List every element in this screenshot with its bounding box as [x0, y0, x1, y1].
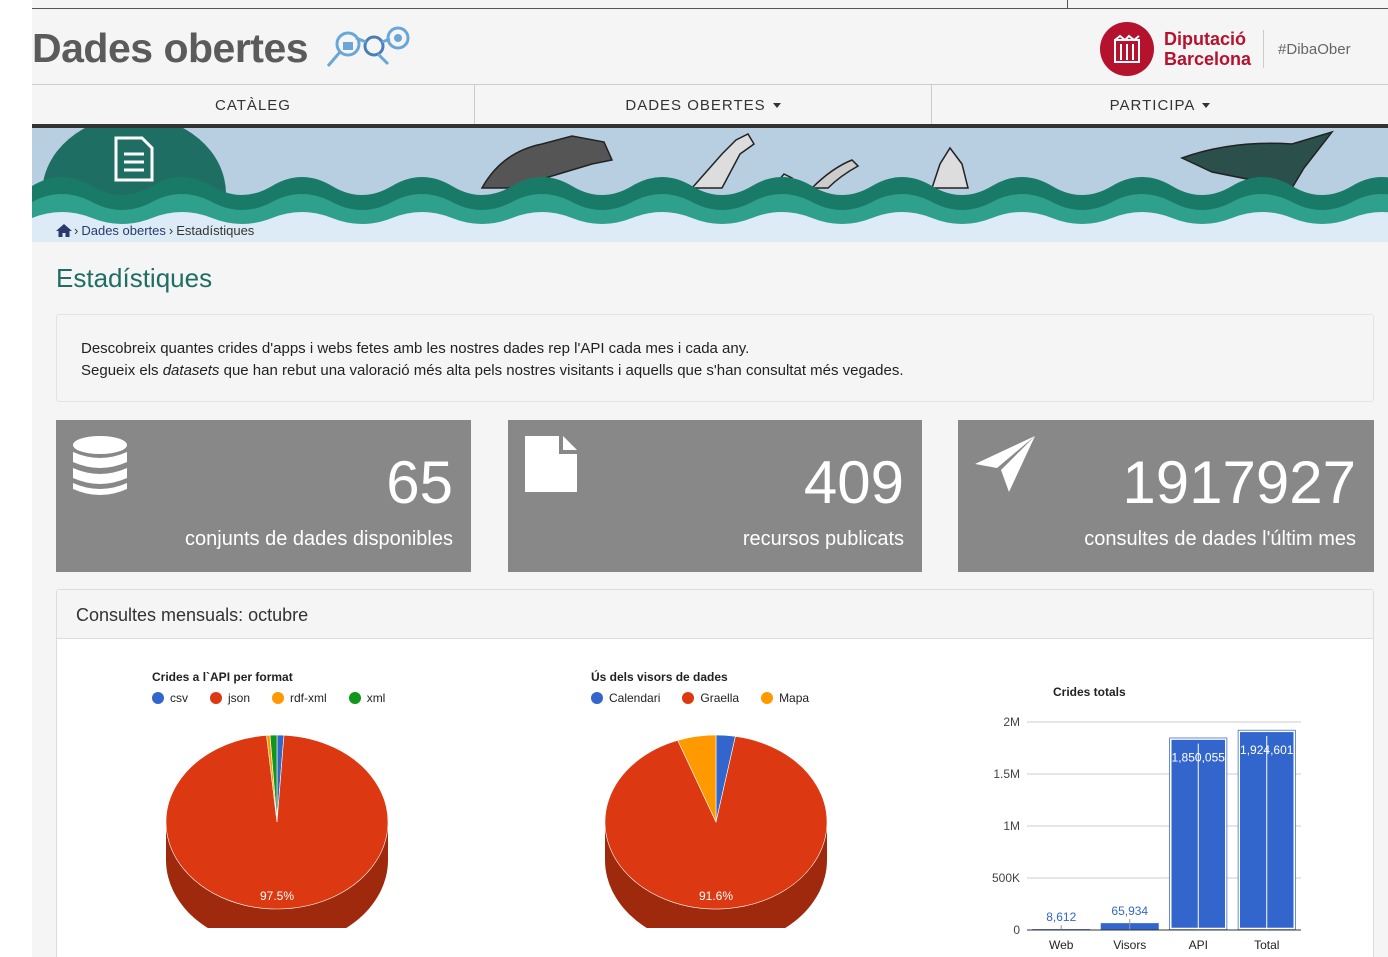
monthly-queries-panel: Consultes mensuals: octubre Crides a l`A… [56, 589, 1374, 957]
breadcrumb-link-dades-obertes[interactable]: Dades obertes [81, 223, 166, 238]
pie-plot: 97.5% [165, 734, 389, 928]
legend-dot [682, 692, 695, 704]
legend-item-graella[interactable]: Graella [682, 691, 739, 705]
panel-title: Consultes mensuals: octubre [57, 590, 1373, 639]
legend-dot [210, 692, 222, 704]
legend-dot [152, 692, 164, 704]
legend-dot [348, 692, 361, 704]
partner-name-line2: Barcelona [1164, 49, 1252, 69]
nav-item-dades-obertes[interactable]: DADES OBERTES [475, 85, 932, 125]
nav-item-label: DADES OBERTES [625, 96, 766, 114]
legend-item-mapa[interactable]: Mapa [761, 691, 809, 705]
x-tick-label: Web [1049, 938, 1074, 952]
legend-item-rdf-xml[interactable]: rdf-xml [272, 691, 327, 705]
legend-item-xml[interactable]: xml [348, 691, 386, 705]
viewers-usage-pie-chart: Ús dels visors de dades Calendari Graell… [591, 670, 891, 930]
legend-dot [761, 692, 774, 704]
intro-line-2-start: Segueix els [81, 362, 163, 379]
stat-label: recursos publicats [742, 528, 904, 550]
breadcrumb-current: Estadístiques [176, 223, 255, 238]
x-tick-label: Total [1254, 938, 1279, 952]
banner-top-border [32, 124, 1388, 128]
stat-label: conjunts de dades disponibles [185, 528, 453, 550]
stat-tile-resources[interactable]: 409 recursos publicats [508, 420, 922, 572]
nav-item-label: CATÀLEG [215, 96, 291, 114]
legend-label: rdf-xml [290, 691, 327, 705]
top-divider [32, 8, 1388, 9]
paper-plane-icon [975, 436, 1035, 492]
chart-title: Crides a l`API per format [152, 670, 293, 684]
pie-slice-data-label: 97.5% [260, 889, 294, 903]
stat-value: 65 [386, 449, 453, 516]
hashtag-link[interactable]: #DibaOber [1278, 41, 1351, 58]
stat-tile-queries[interactable]: 1917927 consultes de dades l'últim mes [958, 420, 1374, 572]
legend-label: Graella [700, 691, 740, 705]
stat-value: 409 [803, 449, 904, 516]
api-format-pie-chart: Crides a l`API per format csv json rdf-x… [152, 670, 452, 930]
top-divider-tick [1067, 0, 1068, 9]
site-brand[interactable]: Dades obertes [32, 18, 420, 78]
legend-item-json[interactable]: json [210, 691, 250, 705]
pie-plot: 91.6% [604, 734, 828, 928]
database-icon [73, 436, 127, 495]
legend-dot [591, 692, 603, 704]
bar-plot: Crides totals 0 500K 1M 1.5M 2M 8,612 Web 65,934… [992, 685, 1301, 952]
site-title: Dades obertes [32, 24, 309, 71]
left-gutter [0, 0, 32, 957]
hero-banner: › Dades obertes › Estadístiques [32, 124, 1388, 242]
legend-item-csv[interactable]: csv [152, 691, 188, 705]
diputacio-seal-icon [1100, 22, 1154, 76]
breadcrumb-separator: › [74, 223, 79, 238]
intro-datasets-term: datasets [162, 362, 220, 379]
legend-label: Mapa [779, 691, 810, 705]
legend-dot [272, 692, 285, 704]
total-calls-bar-chart: Crides totals 0 500K 1M 1.5M 2M 8,612 Web 65,934… [967, 685, 1327, 957]
bar-data-label: 65,934 [1111, 904, 1148, 918]
legend-label: csv [170, 691, 188, 705]
partner-name-line1: Diputació [1164, 29, 1247, 49]
legend-label: json [228, 691, 251, 705]
partner-name: Diputació Barcelona [1164, 29, 1251, 69]
y-tick-label: 500K [992, 871, 1020, 885]
intro-line-1: Descobreix quantes crides d'apps i webs … [81, 340, 750, 357]
nav-item-participa[interactable]: PARTICIPA [932, 85, 1388, 125]
x-tick-label: API [1189, 938, 1208, 952]
y-tick-label: 2M [1003, 715, 1020, 729]
nav-item-cataleg[interactable]: CATÀLEG [32, 85, 475, 125]
partner-block[interactable]: Diputació Barcelona #DibaOber [1100, 22, 1351, 76]
chart-legend: Calendari Graella Mapa [591, 691, 831, 705]
nav-item-label: PARTICIPA [1109, 96, 1196, 114]
legend-item-calendari[interactable]: Calendari [591, 691, 660, 705]
main-nav: CATÀLEG DADES OBERTES PARTICIPA [32, 84, 1388, 125]
intro-line-2-end: que han rebut una valoració més alta pel… [219, 362, 904, 379]
breadcrumb: › Dades obertes › Estadístiques [56, 223, 254, 238]
y-tick-label: 1M [1003, 819, 1020, 833]
intro-line-2: Segueix els datasets que han rebut una v… [81, 360, 1349, 382]
page-title: Estadístiques [56, 263, 213, 293]
intro-well: Descobreix quantes crides d'apps i webs … [56, 314, 1374, 402]
open-data-logo-icon [326, 26, 410, 67]
pie-slice-data-label: 91.6% [699, 889, 733, 903]
home-icon[interactable] [56, 224, 72, 237]
chart-title: Ús dels visors de dades [591, 670, 728, 684]
breadcrumb-separator: › [168, 223, 174, 238]
chart-title: Crides totals [1053, 685, 1126, 699]
stat-value: 1917927 [1122, 449, 1356, 516]
page: Dades obertes Diputació Barcelona #DibaO… [32, 0, 1388, 957]
stat-tile-datasets[interactable]: 65 conjunts de dades disponibles [56, 420, 471, 572]
legend-label: Calendari [609, 691, 661, 705]
file-icon [525, 436, 577, 492]
stat-label: consultes de dades l'últim mes [1084, 528, 1356, 550]
caret-down-icon [772, 102, 781, 108]
partner-divider [1263, 30, 1265, 68]
bar-data-label: 8,612 [1046, 910, 1076, 924]
y-tick-label: 1.5M [993, 767, 1020, 781]
chart-legend: csv json rdf-xml xml [152, 691, 407, 705]
x-tick-label: Visors [1113, 938, 1146, 952]
y-tick-label: 0 [1013, 923, 1020, 937]
legend-label: xml [366, 691, 386, 705]
caret-down-icon [1202, 102, 1211, 108]
